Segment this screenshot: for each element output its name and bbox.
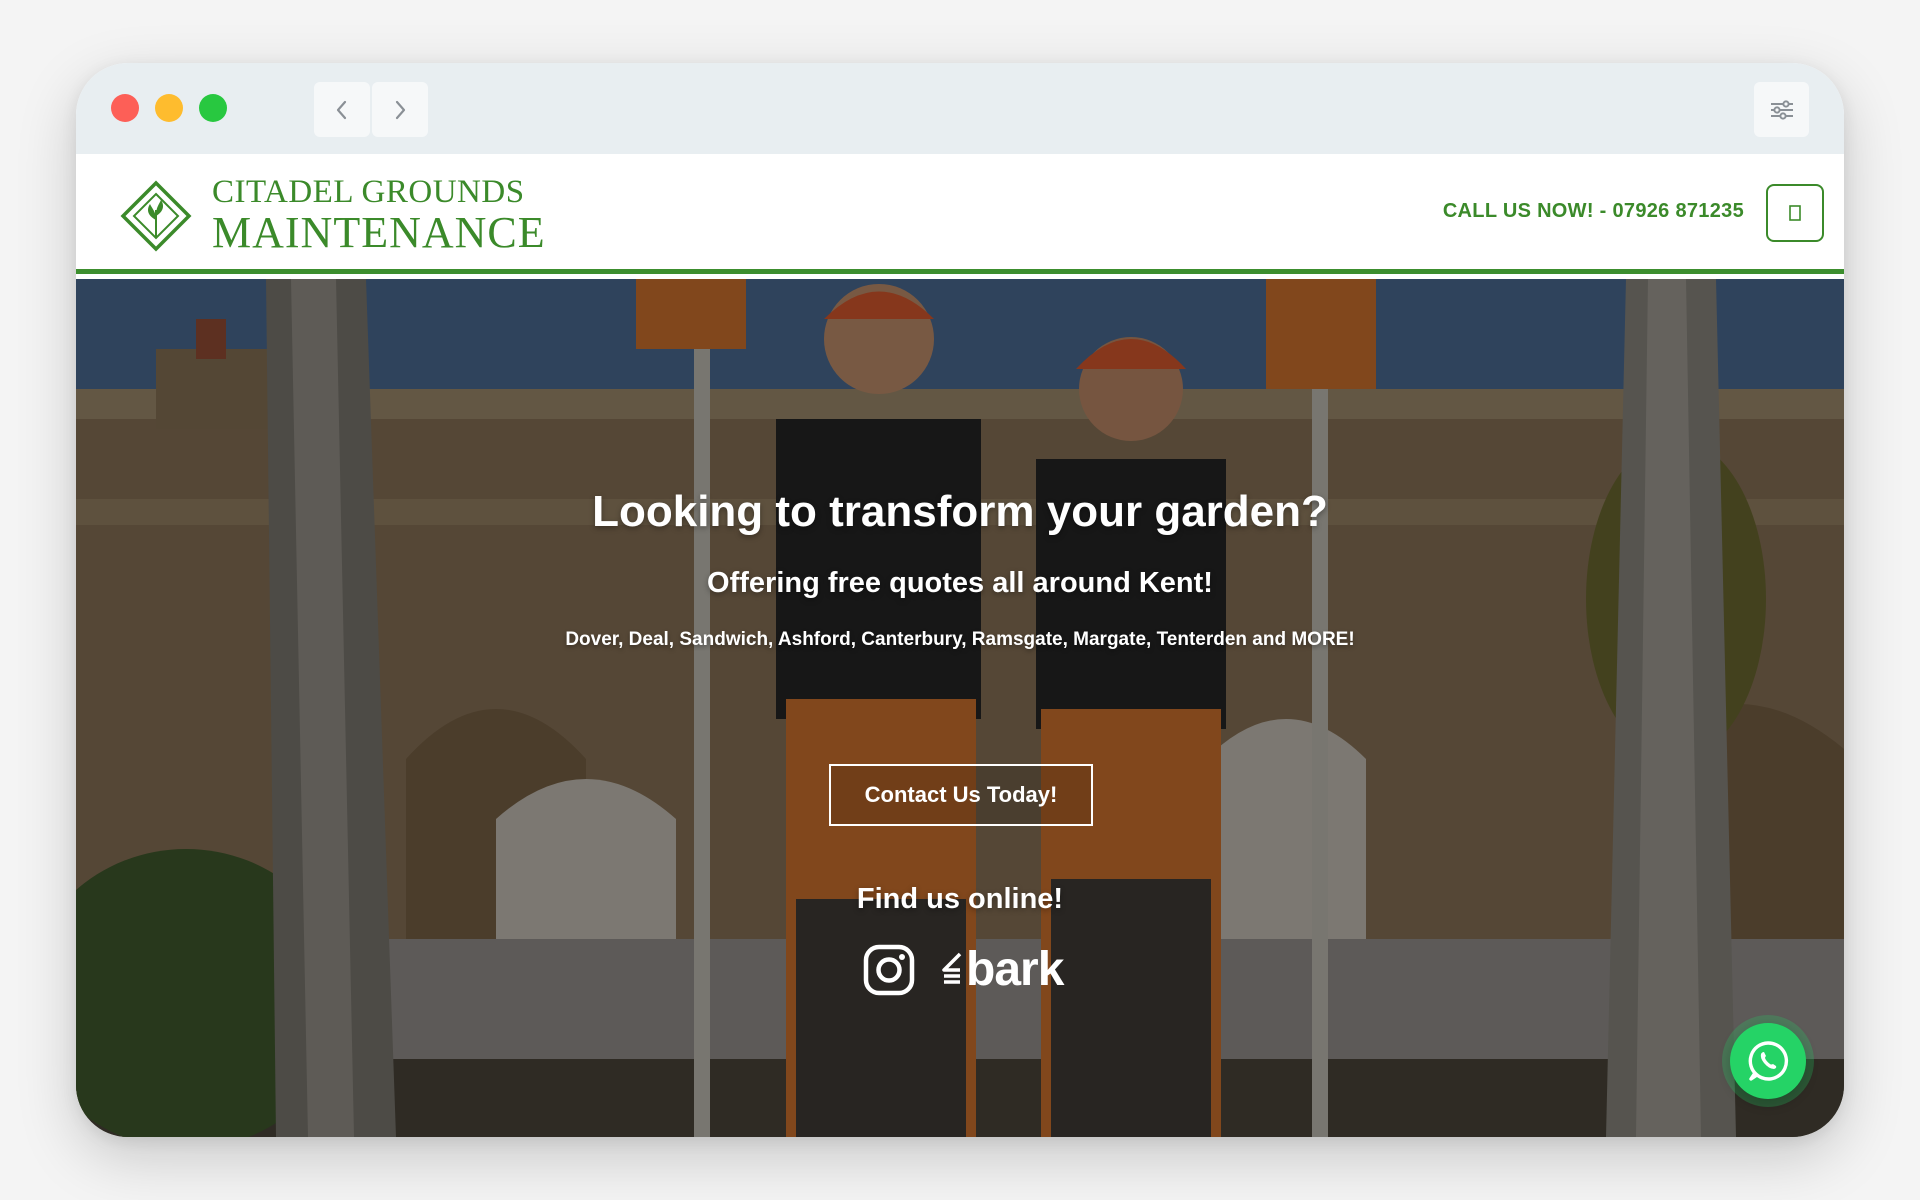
browser-window: CITADEL GROUNDS MAINTENANCE CALL US NOW!… <box>76 63 1844 1137</box>
chevron-left-icon <box>336 100 347 119</box>
minimize-window-button[interactable] <box>155 94 183 122</box>
find-us-online-heading: Find us online! <box>856 883 1064 915</box>
site-header: CITADEL GROUNDS MAINTENANCE CALL US NOW!… <box>76 154 1844 274</box>
maximize-window-button[interactable] <box>199 94 227 122</box>
menu-icon <box>1789 205 1801 221</box>
bark-logo-icon <box>942 952 962 984</box>
hero-title: Looking to transform your garden? <box>592 487 1328 536</box>
forward-button[interactable] <box>372 82 428 137</box>
social-links: bark <box>862 942 1064 997</box>
menu-toggle-button[interactable] <box>1766 184 1824 242</box>
hero-section: Looking to transform your garden? Offeri… <box>76 279 1844 1137</box>
browser-toolbar <box>76 63 1844 154</box>
logo-title-line1: CITADEL GROUNDS <box>212 174 525 210</box>
diamond-logo-icon <box>120 180 192 251</box>
whatsapp-icon <box>1748 1041 1789 1081</box>
logo-title-line2: MAINTENANCE <box>212 208 546 257</box>
site-logo[interactable]: CITADEL GROUNDS MAINTENANCE <box>120 176 546 255</box>
close-window-button[interactable] <box>111 94 139 122</box>
instagram-icon[interactable] <box>862 943 916 997</box>
service-areas-text: Dover, Deal, Sandwich, Ashford, Canterbu… <box>565 629 1355 650</box>
browser-settings-button[interactable] <box>1754 82 1809 137</box>
contact-us-button[interactable]: Contact Us Today! <box>829 764 1093 826</box>
sliders-icon <box>1770 99 1793 120</box>
call-us-link[interactable]: CALL US NOW! - 07926 871235 <box>1443 200 1744 223</box>
bark-link[interactable]: bark <box>938 942 1064 997</box>
hero-subtitle: Offering free quotes all around Kent! <box>707 567 1213 599</box>
bark-logo-text: bark <box>966 943 1064 996</box>
back-button[interactable] <box>314 82 370 137</box>
chevron-right-icon <box>395 100 406 119</box>
whatsapp-chat-button[interactable] <box>1730 1023 1806 1099</box>
